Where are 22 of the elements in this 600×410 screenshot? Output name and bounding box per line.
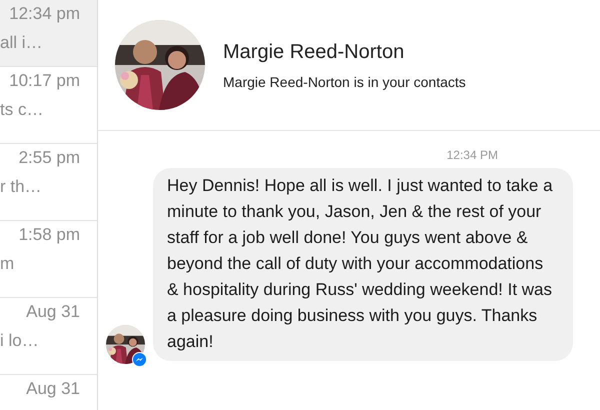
contact-status: Margie Reed-Norton is in your contacts: [223, 74, 466, 90]
conversation-item[interactable]: 12:34 pm all i…: [0, 0, 97, 67]
conversation-time: 1:58 pm: [18, 225, 80, 245]
conversation-time: 2:55 pm: [18, 148, 80, 168]
conversation-time: 10:17 pm: [9, 71, 80, 91]
message-preview: r th…: [0, 177, 43, 197]
contact-name: Margie Reed-Norton: [223, 40, 406, 64]
conversation-item[interactable]: 10:17 pm ts c…: [0, 67, 97, 144]
message-preview: m: [0, 254, 16, 274]
conversation-time: Aug 31: [26, 302, 80, 322]
message-bubble: Hey Dennis! Hope all is well. I just wanted to take a minute to thank you, Jason, Jen & the rest of your staff for a job well done! You guys went above & beyond the call of duty with your accommodations & hospitality during Russ' wedding weekend! It was a pleasure doing business with you guys. Thanks again!: [153, 168, 573, 361]
messenger-badge-icon: [132, 352, 147, 367]
conversation-item[interactable]: Aug 31: [0, 375, 97, 410]
conversation-item[interactable]: Aug 31 i lo…: [0, 298, 97, 375]
message-preview: all i…: [0, 33, 44, 53]
conversation-item[interactable]: 1:58 pm m: [0, 221, 97, 298]
message-preview: i lo…: [0, 331, 40, 351]
message-timestamp: 12:34 PM: [446, 148, 498, 162]
conversation-item[interactable]: 2:55 pm r th…: [0, 144, 97, 221]
message-preview: ts c…: [0, 100, 44, 120]
conversation-time: Aug 31: [26, 379, 80, 399]
conversation-time: 12:34 pm: [9, 4, 80, 24]
